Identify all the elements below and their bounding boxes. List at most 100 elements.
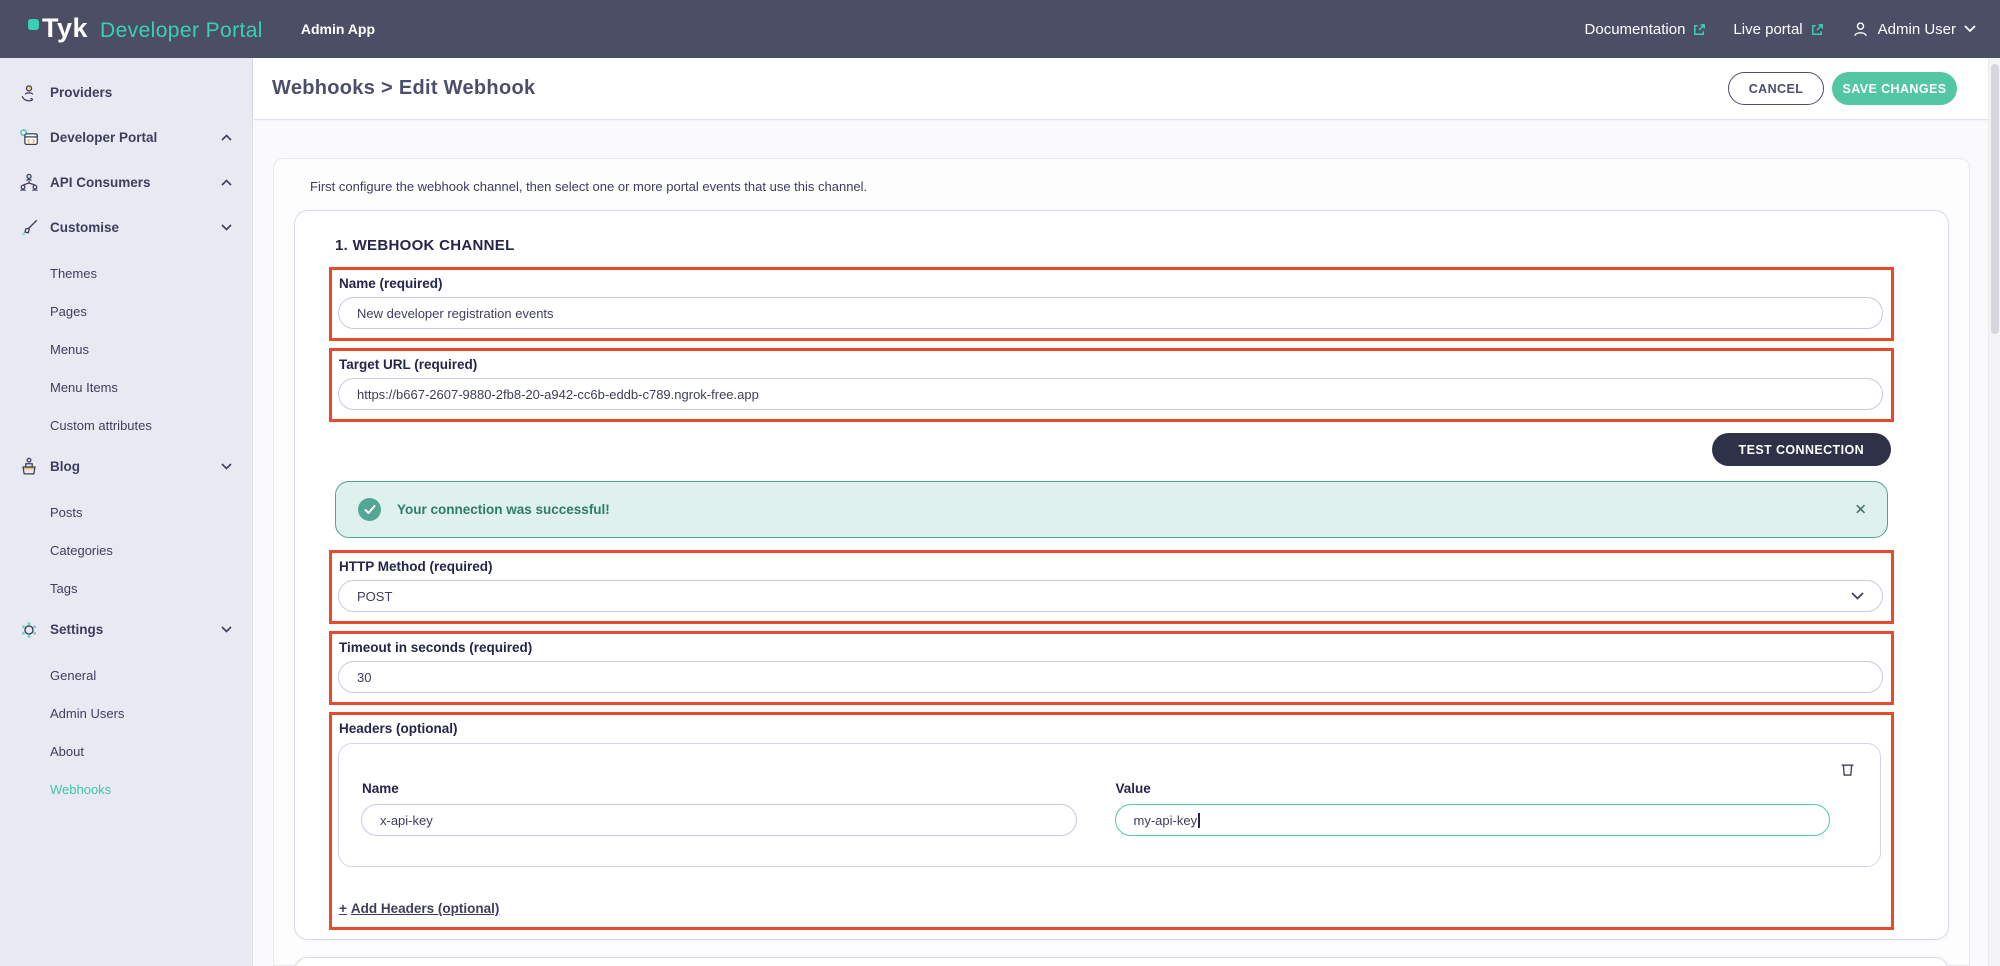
add-headers-link-label: Add Headers (optional) (351, 901, 500, 916)
settings-gear-icon (16, 619, 42, 641)
sidebar: Providers Developer Portal API Consumers (0, 58, 253, 966)
success-message: Your connection was successful! (397, 502, 610, 517)
sidebar-item-themes[interactable]: Themes (0, 254, 252, 292)
sidebar-item-label: Settings (50, 622, 103, 637)
http-method-field-label: HTTP Method (required) (339, 559, 1883, 574)
name-field-label: Name (required) (339, 276, 1883, 291)
sidebar-item-blog[interactable]: Blog (0, 444, 252, 489)
chevron-down-icon (221, 626, 232, 633)
http-method-selected-value: POST (357, 589, 392, 604)
documentation-link[interactable]: Documentation (1585, 21, 1708, 38)
timeout-field-annotation: Timeout in seconds (required) 30 (329, 631, 1894, 705)
sidebar-item-label: API Consumers (50, 175, 151, 190)
close-icon[interactable]: ✕ (1854, 502, 1867, 517)
sidebar-item-label: Blog (50, 459, 80, 474)
success-check-icon (358, 498, 381, 521)
sidebar-item-menus[interactable]: Menus (0, 330, 252, 368)
sidebar-item-label: Providers (50, 85, 112, 100)
product-name: Developer Portal (100, 19, 263, 43)
plus-icon: + (339, 901, 347, 916)
header-row: Name x-api-key Value my-api-key (361, 780, 1830, 836)
webhook-form-container: First configure the webhook channel, the… (273, 158, 1970, 966)
target-url-input-value: https://b667-2607-9880-2fb8-20-a942-cc6b… (357, 387, 759, 402)
live-portal-link[interactable]: Live portal (1733, 21, 1824, 38)
customise-icon (16, 217, 42, 239)
trash-icon (1838, 760, 1857, 779)
name-field-annotation: Name (required) New developer registrati… (329, 267, 1894, 341)
chevron-down-icon (1964, 25, 1976, 33)
sidebar-item-webhooks[interactable]: Webhooks (0, 770, 252, 808)
success-banner: Your connection was successful! ✕ (335, 481, 1888, 538)
sidebar-item-developer-portal[interactable]: Developer Portal (0, 115, 252, 160)
top-nav: Tyk Developer Portal Admin App Documenta… (0, 0, 2000, 58)
sidebar-item-general[interactable]: General (0, 656, 252, 694)
add-headers-link[interactable]: + Add Headers (optional) (339, 901, 499, 916)
sidebar-item-menu-items[interactable]: Menu Items (0, 368, 252, 406)
timeout-input[interactable]: 30 (338, 661, 1883, 693)
timeout-input-value: 30 (357, 670, 371, 685)
page-title: Webhooks > Edit Webhook (272, 77, 535, 100)
http-method-select[interactable]: POST (338, 580, 1883, 612)
user-icon (1851, 20, 1870, 39)
name-input-value: New developer registration events (357, 306, 554, 321)
sidebar-item-posts[interactable]: Posts (0, 493, 252, 531)
target-url-field-label: Target URL (required) (339, 357, 1883, 372)
headers-field-annotation: Headers (optional) Name (329, 712, 1894, 930)
header-value-value: my-api-key (1134, 813, 1198, 828)
chevron-down-icon (221, 224, 232, 231)
header-value-label: Value (1116, 781, 1831, 796)
section-title: 1. WEBHOOK CHANNEL (335, 237, 1894, 254)
live-portal-link-label: Live portal (1733, 21, 1802, 38)
sidebar-item-about[interactable]: About (0, 732, 252, 770)
sidebar-item-settings[interactable]: Settings (0, 607, 252, 652)
chevron-down-icon (1851, 592, 1864, 600)
sidebar-item-categories[interactable]: Categories (0, 531, 252, 569)
tyk-logo-dot-icon (28, 19, 39, 30)
blog-icon (16, 456, 42, 478)
brand-name: Tyk (42, 15, 88, 42)
timeout-field-label: Timeout in seconds (required) (339, 640, 1883, 655)
chevron-down-icon (221, 463, 232, 470)
chevron-up-icon (221, 134, 232, 141)
documentation-link-label: Documentation (1585, 21, 1686, 38)
app-label: Admin App (301, 21, 375, 37)
sidebar-item-admin-users[interactable]: Admin Users (0, 694, 252, 732)
scrollbar-thumb[interactable] (1991, 64, 1999, 334)
header-name-input[interactable]: x-api-key (361, 804, 1077, 836)
sidebar-item-label: Developer Portal (50, 130, 157, 145)
sidebar-item-providers[interactable]: Providers (0, 70, 252, 115)
user-menu[interactable]: Admin User (1851, 20, 1976, 39)
delete-header-button[interactable] (1838, 760, 1857, 779)
http-method-field-annotation: HTTP Method (required) POST (329, 550, 1894, 624)
chevron-up-icon (221, 179, 232, 186)
api-consumers-icon (16, 172, 42, 194)
target-url-field-annotation: Target URL (required) https://b667-2607-… (329, 348, 1894, 422)
page-scrollbar (1988, 58, 2000, 966)
webhook-channel-card: 1. WEBHOOK CHANNEL Name (required) New d… (294, 210, 1949, 940)
headers-row-group: Name x-api-key Value my-api-key (338, 743, 1881, 867)
sidebar-item-custom-attributes[interactable]: Custom attributes (0, 406, 252, 444)
target-url-input[interactable]: https://b667-2607-9880-2fb8-20-a942-cc6b… (338, 378, 1883, 410)
sidebar-item-pages[interactable]: Pages (0, 292, 252, 330)
name-input[interactable]: New developer registration events (338, 297, 1883, 329)
sidebar-item-api-consumers[interactable]: API Consumers (0, 160, 252, 205)
sidebar-item-tags[interactable]: Tags (0, 569, 252, 607)
test-connection-button[interactable]: TEST CONNECTION (1712, 433, 1891, 466)
save-changes-button[interactable]: SAVE CHANGES (1832, 72, 1957, 105)
header-name-value: x-api-key (380, 813, 433, 828)
providers-icon (16, 82, 42, 104)
cancel-button[interactable]: CANCEL (1728, 72, 1824, 105)
form-intro-text: First configure the webhook channel, the… (310, 179, 1949, 194)
tyk-logo[interactable]: Tyk Developer Portal (28, 15, 263, 43)
external-link-icon (1810, 22, 1825, 37)
text-cursor (1198, 813, 1200, 828)
headers-field-label: Headers (optional) (339, 721, 1883, 736)
external-link-icon (1692, 22, 1707, 37)
header-value-input[interactable]: my-api-key (1115, 804, 1831, 836)
sidebar-item-customise[interactable]: Customise (0, 205, 252, 250)
user-name: Admin User (1878, 21, 1956, 38)
header-name-label: Name (362, 781, 1077, 796)
sidebar-item-label: Customise (50, 220, 119, 235)
next-section-card (294, 957, 1949, 966)
page-header: Webhooks > Edit Webhook CANCEL SAVE CHAN… (253, 58, 2000, 120)
